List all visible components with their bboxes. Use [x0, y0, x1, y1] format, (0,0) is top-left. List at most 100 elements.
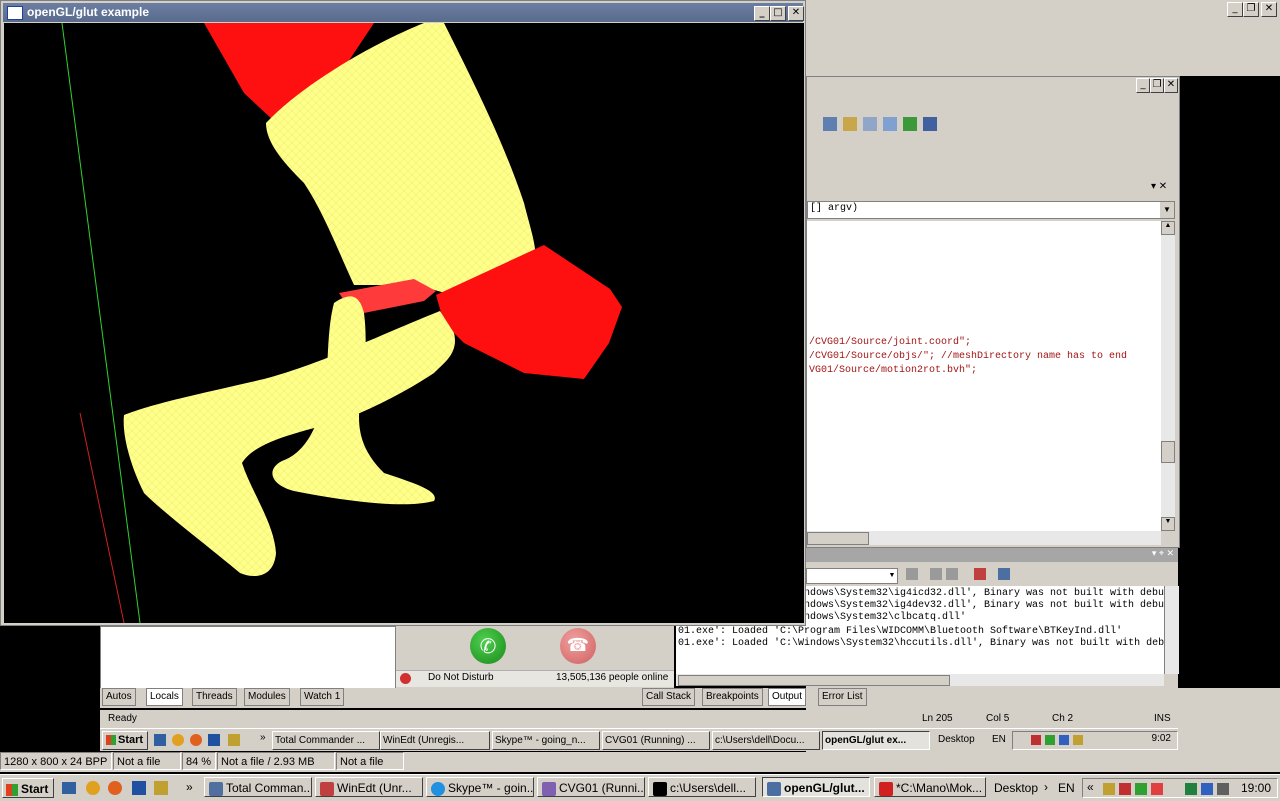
- output-vscrollbar[interactable]: [1164, 586, 1179, 674]
- task-cmd[interactable]: c:\Users\dell...: [648, 777, 756, 797]
- inner-task-cmd[interactable]: c:\Users\dell\Docu...: [712, 731, 820, 750]
- minimize-button[interactable]: _: [754, 6, 770, 21]
- scroll-up-arrow[interactable]: ▲: [1161, 221, 1175, 235]
- code-editor[interactable]: /CVG01/Source/joint.coord"; /CVG01/Sourc…: [807, 221, 1161, 531]
- tab-breakpoints[interactable]: Breakpoints: [702, 688, 763, 706]
- tray-icon[interactable]: [1185, 783, 1197, 795]
- locals-pane[interactable]: [100, 626, 396, 690]
- maximize-button[interactable]: □: [770, 6, 786, 21]
- start-button[interactable]: Start: [2, 778, 54, 798]
- function-combo[interactable]: [] argv) ▼: [807, 201, 1175, 219]
- network-icon[interactable]: [1201, 783, 1213, 795]
- tab-autos[interactable]: Autos: [102, 688, 136, 706]
- chevron-down-icon[interactable]: ▼: [1160, 202, 1174, 218]
- inner-desktop-label[interactable]: Desktop: [938, 734, 975, 745]
- tray-icon[interactable]: [1059, 735, 1069, 745]
- mdi-minimize-button[interactable]: _: [1136, 78, 1150, 93]
- tab-error-list[interactable]: Error List: [818, 688, 867, 706]
- toolbar-icon-6[interactable]: [923, 117, 937, 131]
- tray-icon[interactable]: [1045, 735, 1055, 745]
- opengl-title-bar[interactable]: openGL/glut example _ □ ✕: [3, 3, 804, 22]
- chevron-down-icon[interactable]: ▼: [887, 569, 897, 583]
- quicklaunch-icon[interactable]: [228, 734, 240, 746]
- tab-modules[interactable]: Modules: [244, 688, 290, 706]
- task-skype[interactable]: Skype™ - goin...: [426, 777, 534, 797]
- task-total-commander[interactable]: Total Comman...: [204, 777, 312, 797]
- task-cvg01[interactable]: CVG01 (Runni...: [537, 777, 645, 797]
- close-button[interactable]: ✕: [788, 6, 804, 21]
- output-tool-icon-1[interactable]: [906, 568, 918, 580]
- output-hscroll-thumb[interactable]: [678, 675, 950, 686]
- inner-lang-indicator[interactable]: EN: [992, 734, 1006, 745]
- scroll-down-arrow[interactable]: ▼: [1161, 517, 1175, 531]
- mdi-restore-button[interactable]: ❐: [1150, 78, 1164, 93]
- skype-status-text[interactable]: Do Not Disturb: [428, 672, 494, 683]
- task-winedt[interactable]: WinEdt (Unr...: [315, 777, 423, 797]
- tab-threads[interactable]: Threads: [192, 688, 237, 706]
- quicklaunch-icon[interactable]: [154, 781, 168, 795]
- call-button[interactable]: ✆: [470, 628, 506, 664]
- tray-icon[interactable]: [1135, 783, 1147, 795]
- hangup-button[interactable]: ☎: [560, 628, 596, 664]
- quicklaunch-icon[interactable]: [132, 781, 146, 795]
- inner-clock[interactable]: 9:02: [1152, 733, 1171, 744]
- word-wrap-icon[interactable]: [998, 568, 1010, 580]
- quicklaunch-icon[interactable]: [208, 734, 220, 746]
- clock[interactable]: 19:00: [1241, 781, 1271, 795]
- tray-icon[interactable]: [1103, 783, 1115, 795]
- quicklaunch-icon[interactable]: [172, 734, 184, 746]
- firefox-icon[interactable]: [190, 734, 202, 746]
- chevron-right-icon[interactable]: »: [186, 780, 193, 794]
- tab-label: Threads: [196, 691, 233, 702]
- outer-restore-button[interactable]: ❐: [1243, 2, 1259, 17]
- output-source-combo[interactable]: ▼: [806, 568, 898, 584]
- inner-task-cvg01[interactable]: CVG01 (Running) ...: [602, 731, 710, 750]
- tray-icon[interactable]: [1073, 735, 1083, 745]
- dnd-icon[interactable]: [400, 673, 411, 684]
- mdi-close-button[interactable]: ✕: [1164, 78, 1178, 93]
- task-opengl[interactable]: openGL/glut...: [762, 777, 870, 797]
- desktop-toolbar-label[interactable]: Desktop: [994, 781, 1038, 795]
- clear-output-icon[interactable]: [974, 568, 986, 580]
- tab-locals[interactable]: Locals: [146, 688, 183, 706]
- opengl-canvas[interactable]: [4, 23, 804, 623]
- toolbar-icon-2[interactable]: [843, 117, 857, 131]
- toolbar-icon-1[interactable]: [823, 117, 837, 131]
- show-desktop-icon[interactable]: [62, 782, 76, 794]
- volume-icon[interactable]: [1217, 783, 1229, 795]
- inner-task-skype[interactable]: Skype™ - going_n...: [492, 731, 600, 750]
- tray-icon[interactable]: [1151, 783, 1163, 795]
- task-mano[interactable]: *C:\Mano\Mok...: [874, 777, 986, 797]
- tray-expand-icon[interactable]: «: [1087, 780, 1094, 794]
- hscroll-thumb[interactable]: [807, 532, 869, 545]
- toolbar-icon-5[interactable]: [903, 117, 917, 131]
- language-indicator[interactable]: EN: [1058, 781, 1075, 795]
- scroll-thumb[interactable]: [1161, 441, 1175, 463]
- toolbar-icon-3[interactable]: [863, 117, 877, 131]
- tab-call-stack[interactable]: Call Stack: [642, 688, 696, 706]
- inner-task-opengl[interactable]: openGL/glut ex...: [822, 731, 930, 750]
- inner-task-total-commander[interactable]: Total Commander ...: [272, 731, 380, 750]
- quicklaunch-icon[interactable]: [154, 734, 166, 746]
- editor-hscrollbar[interactable]: [807, 531, 1161, 545]
- tab-output[interactable]: Output: [768, 688, 807, 706]
- outer-minimize-button[interactable]: _: [1227, 2, 1243, 17]
- tray-icon[interactable]: [1031, 735, 1041, 745]
- outer-close-button[interactable]: ✕: [1261, 2, 1277, 17]
- output-pin-icon[interactable]: ▾ ⌖ ✕: [1152, 548, 1174, 559]
- toolbar-icon-4[interactable]: [883, 117, 897, 131]
- output-tool-icon-3[interactable]: [946, 568, 958, 580]
- pin-icon[interactable]: ▾ ✕: [1151, 181, 1167, 192]
- editor-vscrollbar[interactable]: ▲ ▼: [1161, 221, 1175, 531]
- chevron-right-icon[interactable]: ›: [1044, 780, 1048, 794]
- tray-icon[interactable]: [1119, 783, 1131, 795]
- output-hscrollbar[interactable]: [676, 674, 1164, 686]
- output-tool-icon-2[interactable]: [930, 568, 942, 580]
- chevron-right-icon[interactable]: »: [260, 732, 266, 743]
- inner-task-winedt[interactable]: WinEdt (Unregis...: [380, 731, 490, 750]
- tab-watch1[interactable]: Watch 1: [300, 688, 345, 706]
- inner-start-button[interactable]: Start: [102, 731, 148, 750]
- firefox-icon[interactable]: [108, 781, 122, 795]
- toolbar-strip: [806, 40, 1280, 77]
- quicklaunch-icon[interactable]: [86, 781, 100, 795]
